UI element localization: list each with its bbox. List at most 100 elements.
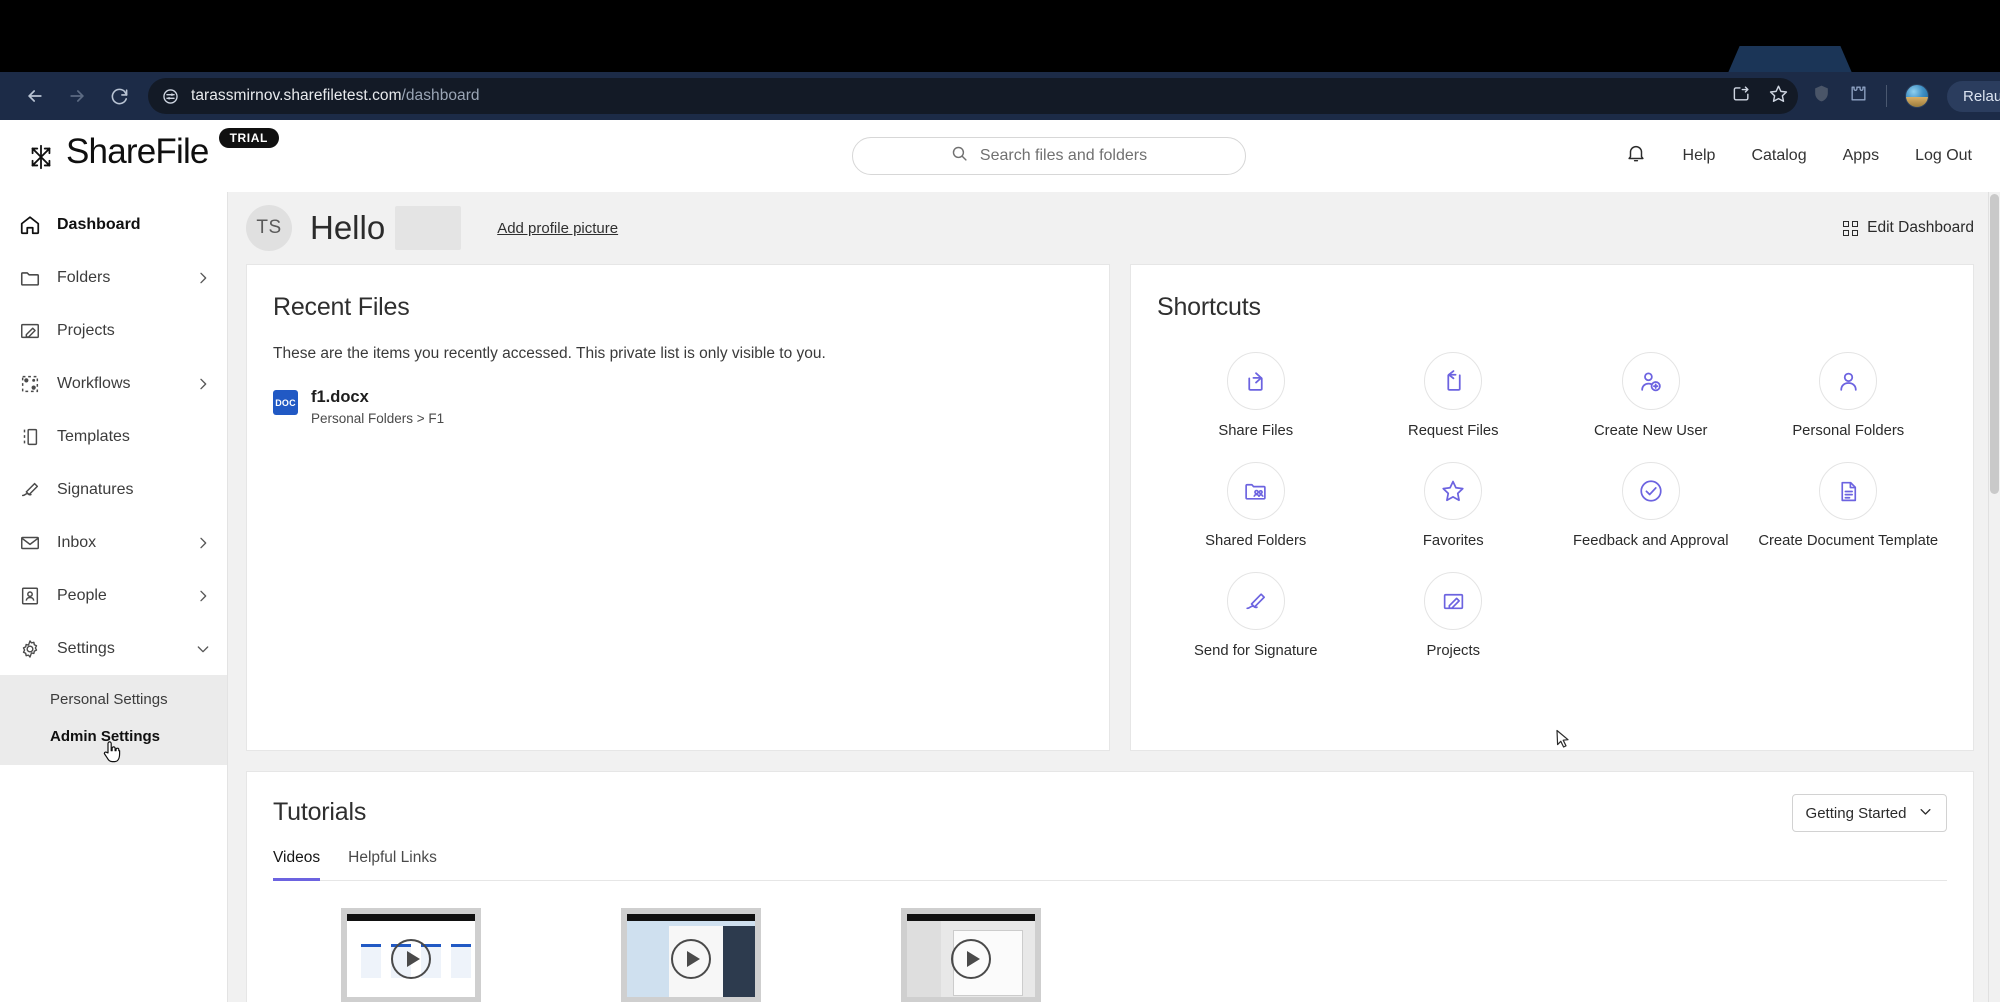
play-icon[interactable] [391,938,431,979]
sidebar-item-settings[interactable]: Settings [0,622,227,675]
tab-videos[interactable]: Videos [273,849,321,881]
search-icon [951,145,968,167]
reload-icon[interactable] [98,75,140,117]
sidebar-item-admin-settings[interactable]: Admin Settings [0,718,227,763]
url-path: /dashboard [401,87,480,104]
sidebar-item-inbox[interactable]: Inbox [0,516,227,569]
shortcut-request-files[interactable]: Request Files [1355,352,1553,439]
sidebar-item-signatures[interactable]: Signatures [0,463,227,516]
shortcut-send-for-signature[interactable]: Send for Signature [1157,572,1355,659]
star-icon[interactable] [1769,84,1788,108]
chevron-right-icon[interactable] [195,376,211,392]
sidebar-label: Templates [57,427,130,445]
file-path: Personal Folders > F1 [311,410,445,426]
sidebar-item-people[interactable]: People [0,569,227,622]
shortcut-label: Favorites [1422,533,1484,549]
mouse-cursor-pointer [103,741,121,763]
bell-icon[interactable] [1625,142,1647,169]
url-host: tarassmirnov.sharefiletest.com [191,87,402,104]
dashboard-cards-row: Recent Files These are the items you rec… [228,264,2000,751]
templates-icon [18,425,42,449]
page-title: Hello [310,209,386,246]
shortcut-share-files[interactable]: Share Files [1157,352,1355,439]
shield-icon[interactable] [1812,84,1831,108]
gear-icon [18,637,42,661]
getting-started-dropdown[interactable]: Getting Started [1792,794,1947,832]
brand-logo[interactable]: ShareFile TRIAL [26,128,279,177]
play-icon[interactable] [671,938,711,979]
sidebar-item-workflows[interactable]: Workflows [0,357,227,410]
header-link-apps[interactable]: Apps [1843,147,1879,165]
browser-toolbar: tarassmirnov.sharefiletest.com/dashboard… [0,72,2000,120]
relaunch-to-update-button[interactable]: Relaunch to update [1947,80,2000,112]
video-thumbnail[interactable] [341,908,481,1002]
brand-name: ShareFile [66,132,209,171]
omnibox-actions [1732,78,1788,114]
shortcut-shared-folders[interactable]: Shared Folders [1157,462,1355,549]
tutorial-video-list [273,908,1947,1002]
header-link-help[interactable]: Help [1683,147,1716,165]
sidebar-nav: Dashboard Folders Projects Workflows Tem… [0,192,228,1002]
sidebar-label: Workflows [57,374,131,392]
app-body: Dashboard Folders Projects Workflows Tem… [0,192,2000,1002]
sidebar-label: Inbox [57,533,97,551]
shortcut-create-document-template[interactable]: Create Document Template [1750,462,1948,549]
sidebar-label: People [57,586,107,604]
shortcut-create-new-user[interactable]: Create New User [1552,352,1750,439]
edit-dashboard-button[interactable]: Edit Dashboard [1843,219,1974,237]
profile-avatar-icon[interactable] [1905,84,1929,108]
header-link-catalog[interactable]: Catalog [1751,147,1806,165]
tutorials-card: Tutorials Getting Started Videos Helpful… [246,771,1974,1002]
file-name[interactable]: f1.docx [311,388,444,407]
getting-started-label: Getting Started [1805,804,1907,822]
sidebar-item-dashboard[interactable]: Dashboard [0,198,227,251]
recent-files-card: Recent Files These are the items you rec… [246,264,1110,751]
chevron-right-icon[interactable] [195,535,211,551]
settings-submenu: Personal Settings Admin Settings [0,675,227,765]
request-return-icon [1424,352,1483,410]
tab-helpful-links[interactable]: Helpful Links [348,849,437,881]
forward-arrow-icon[interactable] [56,75,98,117]
scrollbar-thumb[interactable] [1990,194,1999,494]
shortcut-label: Create Document Template [1758,533,1939,549]
avatar[interactable]: TS [246,205,292,251]
envelope-icon [18,531,42,555]
shared-folder-icon [1226,462,1285,520]
play-icon[interactable] [951,938,991,979]
install-app-icon[interactable] [1732,84,1751,108]
header-actions: Help Catalog Apps Log Out [1625,142,1972,169]
person-icon [1819,352,1878,410]
sidebar-label: Folders [57,268,111,286]
list-item[interactable]: DOC f1.docx Personal Folders > F1 [273,388,1083,426]
sidebar-label: Dashboard [57,215,141,233]
sidebar-item-folders[interactable]: Folders [0,251,227,304]
page-scrollbar[interactable] [1988,192,2000,1002]
browser-tab[interactable] [1728,46,1852,72]
sidebar-label: Signatures [57,480,134,498]
sidebar-label: Settings [57,639,115,657]
recent-files-description: These are the items you recently accesse… [273,345,826,362]
chevron-right-icon[interactable] [195,270,211,286]
address-bar[interactable]: tarassmirnov.sharefiletest.com/dashboard [148,78,1798,114]
header-link-log-out[interactable]: Log Out [1915,147,1972,165]
star-icon [1424,462,1483,520]
chevron-right-icon[interactable] [195,588,211,604]
shortcut-feedback-and-approval[interactable]: Feedback and Approval [1552,462,1750,549]
search-container: Search files and folders [852,136,1246,175]
search-input[interactable]: Search files and folders [852,136,1246,175]
tune-icon[interactable] [162,88,179,105]
shortcut-personal-folders[interactable]: Personal Folders [1750,352,1948,439]
back-arrow-icon[interactable] [14,75,56,117]
sidebar-item-projects[interactable]: Projects [0,304,227,357]
shortcut-label: Request Files [1408,423,1499,439]
extension-puzzle-icon[interactable] [1849,84,1868,108]
sidebar-item-templates[interactable]: Templates [0,410,227,463]
shortcut-projects[interactable]: Projects [1355,572,1553,659]
add-profile-picture-link[interactable]: Add profile picture [497,220,618,237]
video-thumbnail[interactable] [901,908,1041,1002]
shortcut-favorites[interactable]: Favorites [1355,462,1553,549]
sidebar-item-personal-settings[interactable]: Personal Settings [0,681,227,718]
video-thumbnail[interactable] [621,908,761,1002]
chevron-down-icon[interactable] [195,641,211,657]
check-circle-icon [1621,462,1680,520]
